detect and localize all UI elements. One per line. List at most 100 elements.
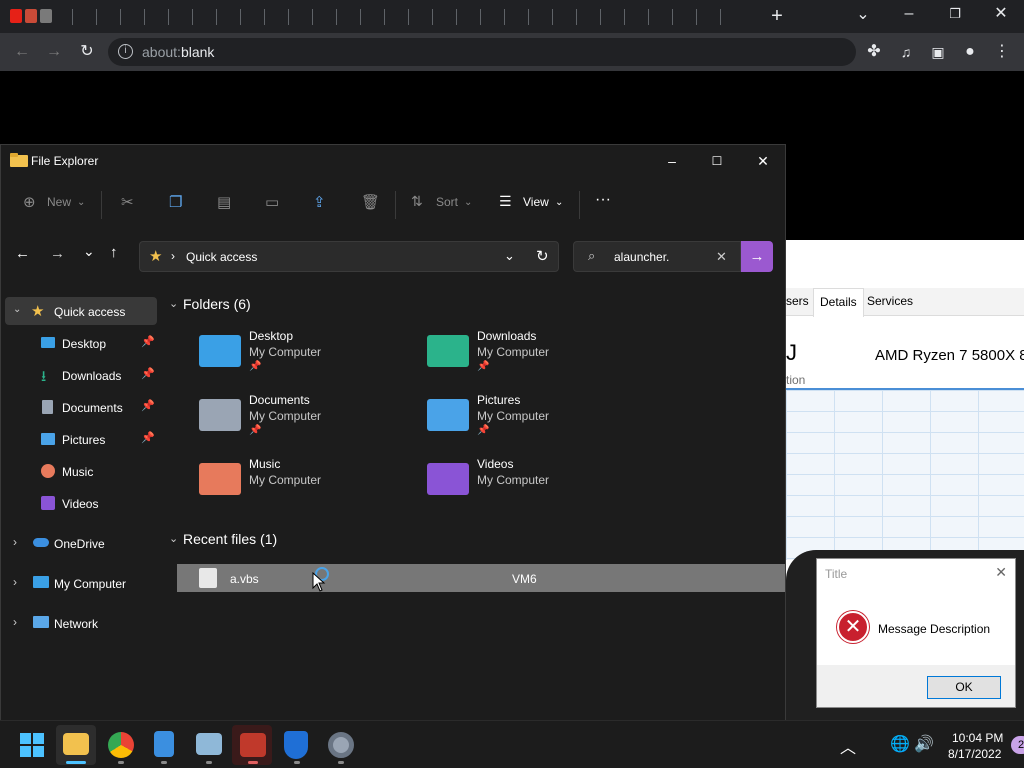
folder-name: Music [249, 457, 281, 471]
new-button[interactable]: New [47, 195, 71, 209]
tab-users[interactable]: sers [786, 294, 809, 308]
folders-header[interactable]: Folders (6) [183, 296, 251, 312]
youtube-tab-icon[interactable] [10, 9, 22, 23]
task-manager-tabs: sers Details Services [786, 288, 1024, 317]
file-explorer-app-icon[interactable] [63, 733, 89, 755]
back-icon[interactable]: ← [10, 42, 34, 62]
view-button[interactable]: View [523, 195, 549, 209]
site-info-icon[interactable]: i [118, 44, 133, 59]
search-go-button[interactable]: → [741, 241, 773, 272]
chevron-right-icon[interactable]: › [171, 249, 175, 263]
notepad-app-icon[interactable] [154, 731, 174, 757]
address-row: ← → ⌄ ↑ ★ › Quick access ⌄ ↻ ⌕ alauncher… [1, 231, 785, 281]
sidebar-item-documents[interactable]: Documents 📌 [5, 393, 157, 421]
tab-details[interactable]: Details [813, 288, 864, 317]
settings-gear-icon[interactable] [328, 732, 354, 758]
close-icon[interactable]: ✕ [740, 149, 786, 173]
copy-icon[interactable]: ❐ [169, 193, 182, 211]
recent-files-header[interactable]: Recent files (1) [183, 531, 277, 547]
new-tab-button[interactable]: + [765, 6, 789, 26]
new-icon[interactable]: ⊕ [23, 193, 36, 211]
close-icon[interactable]: ✕ [989, 4, 1013, 24]
photos-app-icon[interactable] [196, 733, 222, 755]
folder-pictures[interactable]: Pictures My Computer 📌 [427, 393, 627, 449]
search-input[interactable]: ⌕ alauncher. ✕ [573, 241, 741, 272]
tab-icon[interactable] [40, 9, 52, 23]
cut-icon[interactable]: ✂ [121, 193, 134, 211]
pin-icon: 📌 [141, 432, 155, 444]
forward-icon[interactable]: → [50, 245, 65, 262]
defender-shield-icon[interactable] [284, 731, 308, 759]
folder-desktop[interactable]: Desktop My Computer 📌 [199, 329, 399, 385]
address-field[interactable]: ★ › Quick access ⌄ ↻ [139, 241, 559, 272]
paste-icon[interactable]: ▤ [217, 193, 231, 211]
tab-icon[interactable] [25, 9, 37, 23]
extensions-icon[interactable]: ✤ [862, 42, 886, 62]
sort-icon[interactable]: ⇅ [411, 193, 423, 210]
sidebar-item-downloads[interactable]: ⭳ Downloads 📌 [5, 361, 157, 389]
recent-file-row[interactable]: a.vbs VM6 [177, 564, 785, 592]
sort-button[interactable]: Sort [436, 195, 458, 209]
chevron-down-icon: ⌄ [555, 197, 564, 208]
network-globe-icon[interactable]: 🌐 [890, 734, 910, 754]
message-box-dialog: Title ✕ ✕ Message Description OK [816, 558, 1016, 708]
minimize-icon[interactable]: – [897, 4, 921, 24]
sidebar-item-network[interactable]: › Network [5, 609, 157, 637]
clock-time[interactable]: 10:04 PM [952, 731, 1003, 745]
sidebar-item-music[interactable]: Music [5, 457, 157, 485]
address-text[interactable]: Quick access [186, 250, 257, 264]
clear-icon[interactable]: ✕ [716, 249, 727, 265]
search-value[interactable]: alauncher. [614, 250, 669, 264]
chrome-app-icon[interactable] [108, 732, 134, 758]
share-icon[interactable]: ⇪ [313, 193, 326, 211]
chevron-right-icon[interactable]: › [13, 535, 17, 549]
sidebar-item-desktop[interactable]: Desktop 📌 [5, 329, 157, 357]
chevron-down-icon[interactable]: ⌄ [169, 297, 178, 310]
up-icon[interactable]: ↑ [110, 244, 118, 261]
desktop-icon [41, 337, 55, 348]
clock-date[interactable]: 8/17/2022 [948, 747, 1001, 761]
profile-icon[interactable]: ● [958, 42, 982, 62]
url-text[interactable]: about:blank [142, 44, 214, 60]
side-panel-icon[interactable]: ▣ [926, 42, 950, 62]
view-icon[interactable]: ☰ [499, 193, 512, 210]
volume-icon[interactable]: 🔊 [914, 734, 934, 754]
recent-locations-icon[interactable]: ⌄ [83, 243, 95, 260]
close-icon[interactable]: ✕ [995, 564, 1007, 581]
tab-services[interactable]: Services [867, 294, 913, 308]
chevron-down-icon[interactable]: ⌄ [13, 304, 21, 315]
sidebar-item-videos[interactable]: Videos [5, 489, 157, 517]
delete-icon[interactable]: 🗑 [361, 193, 380, 211]
refresh-icon[interactable]: ↻ [536, 247, 549, 265]
sidebar-item-onedrive[interactable]: › OneDrive [5, 529, 157, 557]
address-bar[interactable]: i about:blank [108, 38, 856, 66]
notification-badge[interactable]: 2 [1011, 736, 1024, 754]
start-icon[interactable] [20, 733, 44, 757]
folder-videos[interactable]: Videos My Computer [427, 457, 627, 513]
sidebar-item-my-computer[interactable]: › My Computer [5, 569, 157, 597]
back-icon[interactable]: ← [15, 245, 30, 262]
sidebar-item-quick-access[interactable]: ⌄ ★ Quick access [5, 297, 157, 325]
maximize-icon[interactable]: ☐ [694, 149, 740, 173]
pin-icon: 📌 [477, 361, 490, 372]
chevron-down-icon[interactable]: ⌄ [504, 248, 515, 264]
reload-icon[interactable]: ↻ [75, 42, 99, 62]
more-options-button[interactable]: ··· [595, 191, 611, 209]
chevron-right-icon[interactable]: › [13, 575, 17, 589]
app-icon[interactable] [240, 733, 266, 757]
forward-icon[interactable]: → [42, 42, 66, 62]
folder-downloads[interactable]: Downloads My Computer 📌 [427, 329, 627, 385]
folder-music[interactable]: Music My Computer [199, 457, 399, 513]
chevron-down-icon[interactable]: ⌄ [169, 532, 178, 545]
restore-icon[interactable]: ❐ [943, 4, 967, 24]
minimize-icon[interactable]: – [649, 149, 695, 173]
ok-button[interactable]: OK [927, 676, 1001, 699]
media-icon[interactable]: ♫ [894, 42, 918, 62]
chevron-up-icon[interactable]: ︿ [840, 734, 856, 758]
menu-icon[interactable]: ⋮ [990, 42, 1014, 62]
chevron-right-icon[interactable]: › [13, 615, 17, 629]
sidebar-item-pictures[interactable]: Pictures 📌 [5, 425, 157, 453]
tab-search-icon[interactable]: ⌄ [851, 5, 875, 25]
rename-icon[interactable]: ▭ [265, 193, 279, 211]
folder-documents[interactable]: Documents My Computer 📌 [199, 393, 399, 449]
